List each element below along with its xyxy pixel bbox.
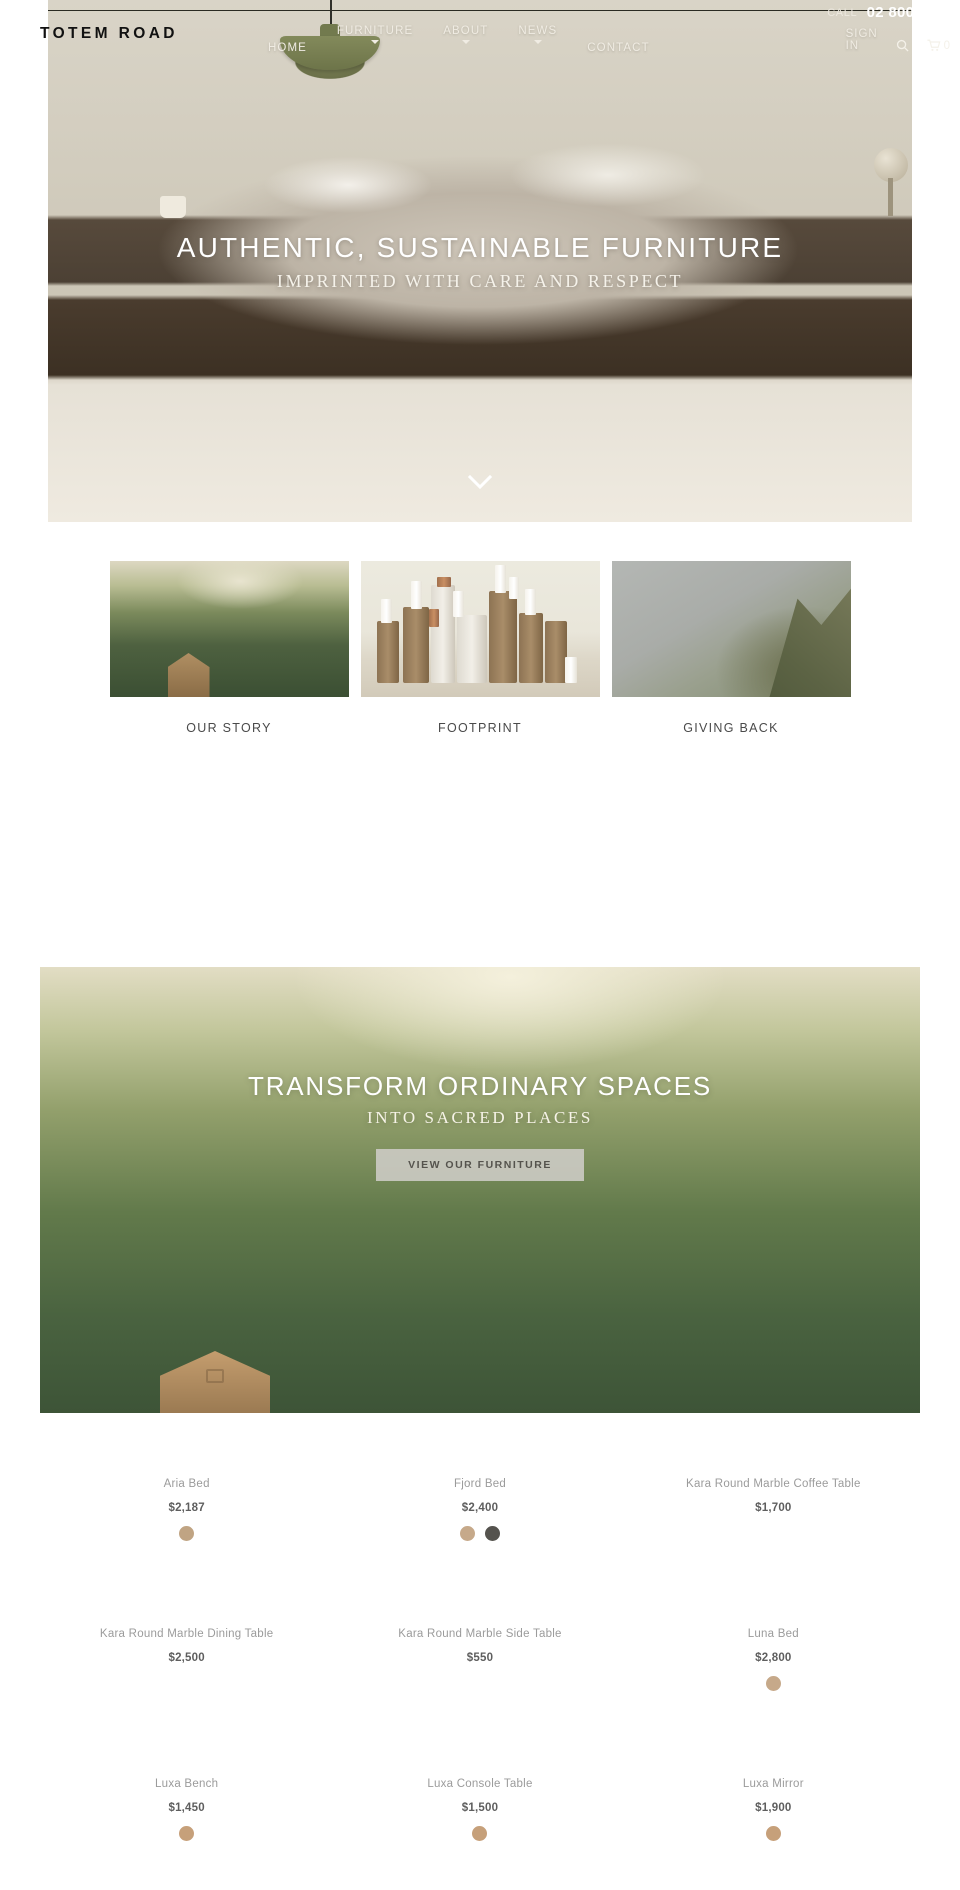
- cliff-rock-icon: [769, 577, 851, 697]
- product-card[interactable]: Aria Bed $2,187: [40, 1440, 333, 1590]
- cart-icon: [927, 39, 941, 51]
- color-swatch[interactable]: [765, 1676, 781, 1691]
- product-name: Luxa Bench: [155, 1778, 219, 1790]
- call-label: CALL: [827, 6, 858, 19]
- color-swatch[interactable]: [472, 1826, 488, 1841]
- hero-background-image: [48, 0, 912, 522]
- color-swatch[interactable]: [765, 1826, 781, 1841]
- product-card[interactable]: Luxa Mirror $1,900: [627, 1740, 920, 1890]
- product-name: Luxa Mirror: [742, 1778, 804, 1790]
- cart-button[interactable]: 0: [927, 39, 950, 52]
- site-header: TOTEM ROAD CALL 02 8005 0008 HOME FURNIT…: [0, 0, 960, 62]
- category-label-giving-back: GIVING BACK: [683, 721, 779, 735]
- product-card[interactable]: Kara Round Marble Dining Table $2,500: [40, 1590, 333, 1740]
- product-name: Kara Round Marble Dining Table: [99, 1628, 274, 1640]
- chevron-down-icon-furniture: [371, 40, 380, 44]
- bedside-lamp-icon: [874, 148, 908, 182]
- nav-label-home: HOME: [268, 42, 307, 54]
- product-swatches: [40, 1526, 333, 1541]
- mug-icon: [160, 196, 186, 218]
- color-swatch[interactable]: [459, 1526, 475, 1541]
- main-navigation: HOME FURNITURE ABOUT NEWS CONTACT: [268, 25, 650, 54]
- banner-cabin-window-icon: [206, 1369, 224, 1383]
- call-number: 02 8005 0008: [866, 4, 960, 22]
- view-our-furniture-button[interactable]: VIEW OUR FURNITURE: [376, 1149, 584, 1181]
- nav-item-contact[interactable]: CONTACT: [587, 25, 649, 54]
- call-phone-block[interactable]: CALL 02 8005 0008: [827, 4, 960, 22]
- product-name: Fjord Bed: [453, 1478, 507, 1490]
- product-swatches: [333, 1826, 626, 1841]
- product-name: Luna Bed: [747, 1628, 799, 1640]
- product-name: Luxa Console Table: [427, 1778, 533, 1790]
- banner-title: TRANSFORM ORDINARY SPACES: [248, 1071, 712, 1101]
- product-grid: Aria Bed $2,187 Fjord Bed $2,400 Kara Ro…: [40, 1440, 920, 1890]
- product-card[interactable]: Kara Round Marble Side Table $550: [333, 1590, 626, 1740]
- category-tile-footprint[interactable]: FOOTPRINT: [360, 561, 600, 735]
- search-icon[interactable]: [896, 39, 909, 52]
- product-price: $2,800: [755, 1652, 792, 1664]
- hero-section: AUTHENTIC, SUSTAINABLE FURNITURE IMPRINT…: [48, 0, 912, 522]
- product-card[interactable]: Luna Bed $2,800: [627, 1590, 920, 1740]
- nav-item-furniture[interactable]: FURNITURE: [337, 25, 413, 44]
- product-card[interactable]: Luxa Bench $1,450: [40, 1740, 333, 1890]
- sign-in-link[interactable]: SIGN IN: [846, 28, 878, 52]
- product-card[interactable]: Luxa Console Table $1,500: [333, 1740, 626, 1890]
- nav-label-furniture: FURNITURE: [336, 25, 414, 37]
- category-tile-giving-back[interactable]: GIVING BACK: [611, 561, 851, 735]
- color-swatch[interactable]: [179, 1826, 195, 1841]
- coastal-cliff-photo: [611, 561, 851, 697]
- category-tile-our-story[interactable]: OUR STORY: [109, 561, 349, 735]
- chevron-down-icon-about: [461, 40, 470, 44]
- product-name: Kara Round Marble Coffee Table: [686, 1478, 861, 1490]
- product-swatches: [627, 1676, 920, 1691]
- category-label-footprint: FOOTPRINT: [438, 721, 522, 735]
- header-utility-group: SIGN IN 0: [846, 28, 950, 52]
- color-swatch[interactable]: [484, 1526, 500, 1541]
- wood-candles-photo: [360, 561, 600, 697]
- color-swatch[interactable]: [179, 1526, 195, 1541]
- product-name: Kara Round Marble Side Table: [398, 1628, 562, 1640]
- forest-cabin-photo: [109, 561, 349, 697]
- promo-banner: TRANSFORM ORDINARY SPACES INTO SACRED PL…: [40, 967, 920, 1413]
- site-logo[interactable]: TOTEM ROAD: [40, 25, 178, 43]
- product-price: $1,700: [755, 1502, 792, 1514]
- bedside-lamp-stem-icon: [888, 178, 893, 216]
- nav-label-about: ABOUT: [443, 25, 489, 37]
- nav-item-home[interactable]: HOME: [268, 25, 307, 54]
- product-price: $550: [466, 1652, 494, 1664]
- nav-item-news[interactable]: NEWS: [518, 25, 557, 44]
- product-price: $2,500: [168, 1652, 205, 1664]
- category-tiles: OUR STORY FOOTPRINT GIVING BACK: [0, 561, 960, 735]
- product-price: $2,400: [461, 1502, 499, 1514]
- product-name: Aria Bed: [163, 1478, 210, 1490]
- product-card[interactable]: Kara Round Marble Coffee Table $1,700: [627, 1440, 920, 1590]
- product-price: $1,500: [461, 1802, 499, 1814]
- product-price: $1,900: [755, 1802, 792, 1814]
- cabin-icon: [167, 653, 210, 697]
- product-swatches: [40, 1826, 333, 1841]
- chevron-down-icon-news: [533, 40, 542, 44]
- nav-label-news: NEWS: [518, 25, 558, 37]
- product-price: $2,187: [168, 1502, 205, 1514]
- nav-item-about[interactable]: ABOUT: [443, 25, 488, 44]
- product-swatches: [627, 1826, 920, 1841]
- product-swatches: [333, 1526, 626, 1541]
- nav-label-contact: CONTACT: [587, 42, 650, 54]
- cart-count: 0: [943, 39, 950, 52]
- product-card[interactable]: Fjord Bed $2,400: [333, 1440, 626, 1590]
- product-price: $1,450: [168, 1802, 205, 1814]
- category-label-our-story: OUR STORY: [186, 721, 272, 735]
- banner-text-block: TRANSFORM ORDINARY SPACES INTO SACRED PL…: [40, 1071, 920, 1181]
- banner-subtitle: INTO SACRED PLACES: [367, 1108, 593, 1127]
- chevron-down-icon[interactable]: [463, 465, 497, 499]
